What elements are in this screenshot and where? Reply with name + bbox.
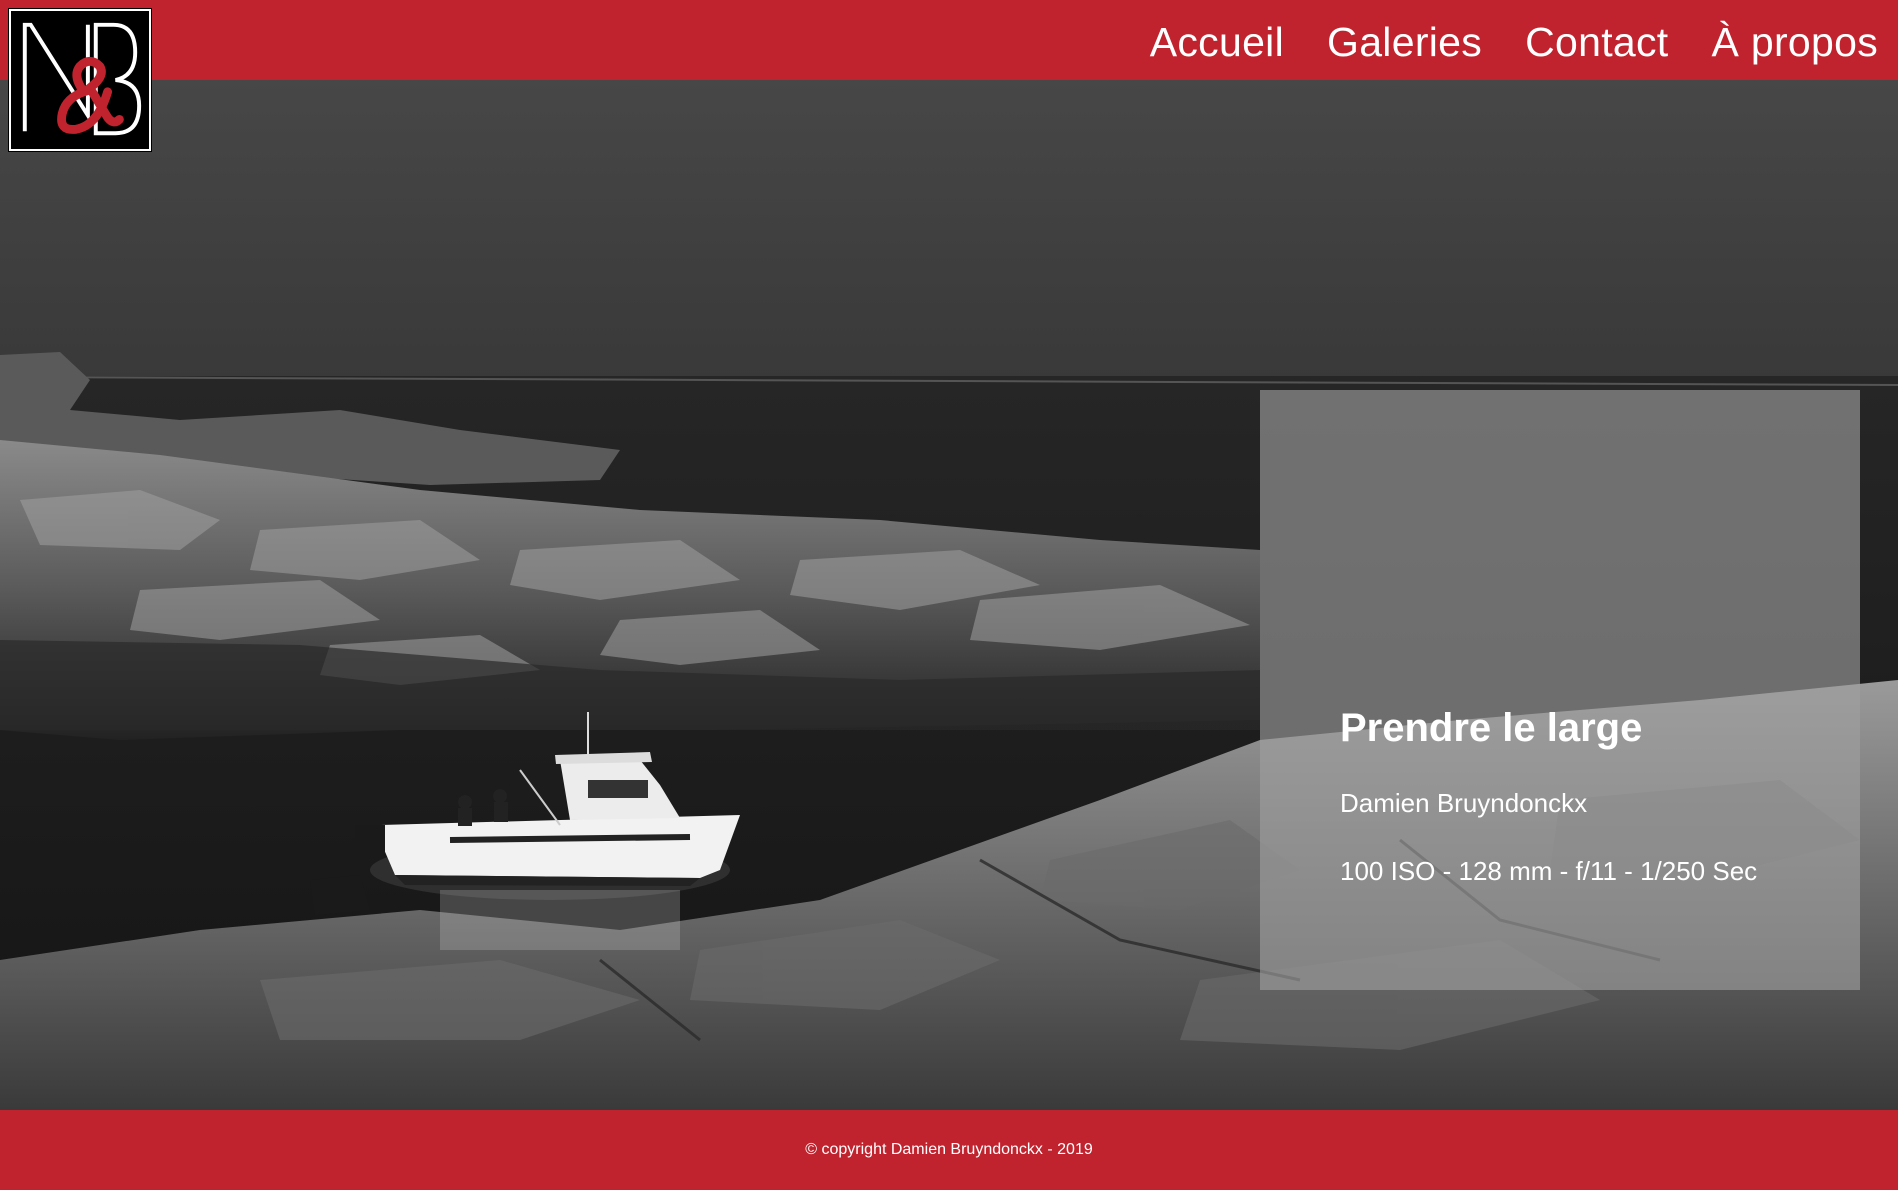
site-footer: © copyright Damien Bruyndonckx - 2019 bbox=[0, 1110, 1898, 1190]
photo-exif: 100 ISO - 128 mm - f/11 - 1/250 Sec bbox=[1340, 856, 1758, 886]
photo-title: Prendre le large bbox=[1340, 706, 1643, 750]
page: Accueil Galeries Contact À propos Prendr… bbox=[0, 0, 1898, 1190]
nav-link-accueil[interactable]: Accueil bbox=[1150, 18, 1284, 63]
photo-author: Damien Bruyndonckx bbox=[1340, 788, 1588, 818]
nav-link-galeries[interactable]: Galeries bbox=[1327, 18, 1482, 63]
site-logo[interactable] bbox=[8, 8, 152, 152]
nav-link-contact[interactable]: Contact bbox=[1525, 18, 1668, 63]
photo-info-panel: Prendre le large Damien Bruyndonckx 100 … bbox=[1260, 390, 1860, 990]
nav-link-a-propos[interactable]: À propos bbox=[1712, 18, 1879, 63]
copyright-text: © copyright Damien Bruyndonckx - 2019 bbox=[805, 1141, 1093, 1158]
site-header: Accueil Galeries Contact À propos bbox=[0, 0, 1898, 80]
main-nav: Accueil Galeries Contact À propos bbox=[1150, 0, 1878, 80]
